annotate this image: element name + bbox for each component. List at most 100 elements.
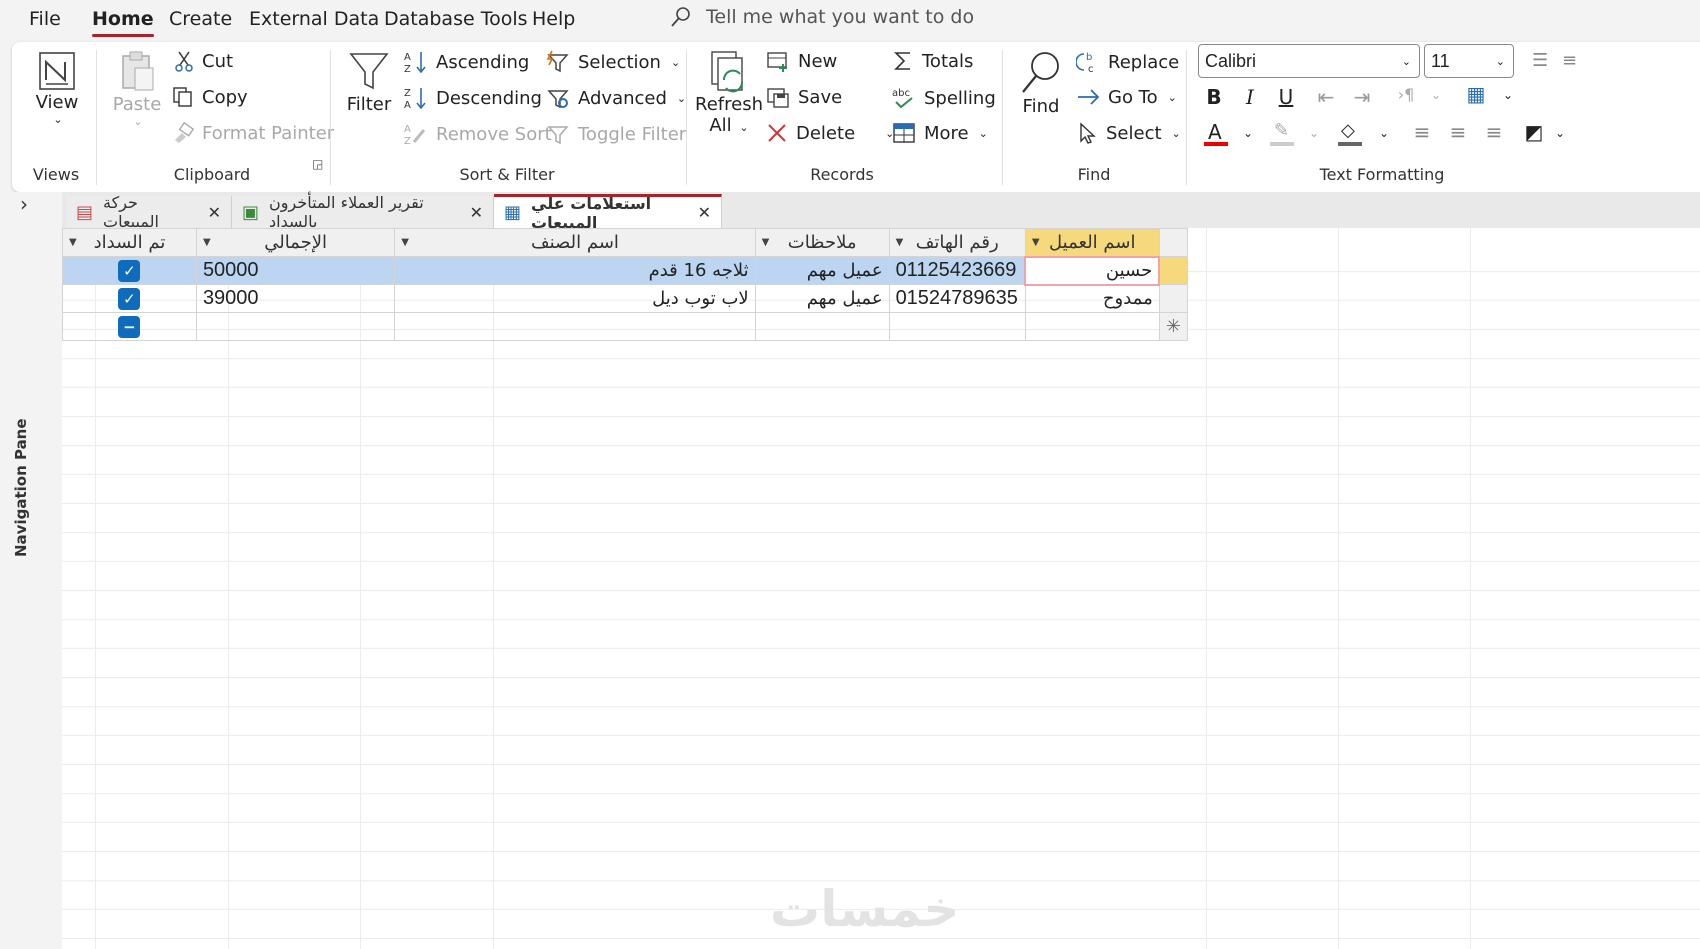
totals-button[interactable]: Totals [892,50,973,72]
record-selector[interactable] [1158,284,1189,313]
paid-cell[interactable]: ✓ [62,256,197,285]
new-record-row[interactable]: ✳ − [62,312,1189,341]
find-button[interactable]: Find [1016,50,1066,117]
align-right-icon[interactable]: ≡ [1480,120,1508,144]
chevron-down-icon[interactable]: ⌄ [1370,126,1398,140]
notes-cell[interactable] [754,312,890,341]
menu-database-tools[interactable]: Database Tools [384,8,528,30]
format-painter-button[interactable]: Format Painter [172,122,334,144]
menu-create[interactable]: Create [169,8,232,30]
chevron-down-icon[interactable]: ⌄ [1300,126,1328,140]
descending-button[interactable]: ZA Descending [404,86,542,111]
item-cell[interactable]: لاب توب ديل [394,284,756,313]
tab-sales-queries[interactable]: ▦ استعلامات علي المبيعات ✕ [494,194,722,232]
advanced-button[interactable]: Advanced ⌄ [546,86,686,110]
tell-me-search[interactable]: Tell me what you want to do [670,6,974,28]
paste-button[interactable]: Paste ⌄ [113,50,161,128]
table-row[interactable]: حسين 01125423669 عميل مهم ثلاجه 16 قدم 5… [62,255,1189,286]
column-header[interactable]: الإجمالي ▼ [195,228,396,257]
dropdown-arrow-icon[interactable]: ▼ [401,237,409,248]
menu-home[interactable]: Home [92,8,154,37]
tab-late-customers-report[interactable]: ▣ تقرير العملاء المتأخرون بالسداد ✕ [232,193,494,231]
total-cell[interactable]: 39000 [195,284,396,313]
checkbox-checked-icon[interactable]: ✓ [118,259,141,282]
filter-button[interactable]: Filter [346,50,392,115]
paid-cell[interactable]: ✓ [62,284,197,313]
bullet-list-icon[interactable]: ☰ [1532,50,1548,71]
column-header[interactable]: تم السداد ▼ [62,228,197,257]
save-record-button[interactable]: Save [766,86,842,108]
dropdown-arrow-icon[interactable]: ▼ [896,237,904,248]
selection-button[interactable]: Selection ⌄ [546,50,680,74]
customer-name-cell[interactable]: ممدوح [1024,284,1160,313]
column-header[interactable]: اسم العميل ▼ [1024,228,1160,257]
total-cell[interactable]: 50000 [195,256,396,285]
alternate-row-color-icon[interactable]: ◩ [1520,120,1548,144]
dropdown-arrow-icon[interactable]: ▼ [762,237,770,248]
close-icon[interactable]: ✕ [208,203,221,222]
cut-button[interactable]: Cut [174,50,233,72]
record-selector[interactable] [1158,256,1189,285]
delete-record-button[interactable]: Delete ⌄ [766,122,894,144]
paragraph-direction-icon[interactable]: ›¶ [1392,85,1420,104]
phone-cell[interactable] [888,312,1026,341]
customer-name-cell[interactable] [1024,312,1160,341]
font-color-icon[interactable]: A [1204,120,1228,146]
font-name-select[interactable]: Calibri ⌄ [1198,44,1420,78]
item-cell[interactable] [394,312,756,341]
new-record-asterisk-icon[interactable]: ✳ [1158,312,1189,341]
phone-cell[interactable]: 01125423669 [888,256,1026,285]
dropdown-arrow-icon[interactable]: ▼ [69,237,77,248]
highlight-color-icon[interactable]: ✎ [1270,120,1294,146]
increase-indent-icon[interactable]: ⇥ [1348,85,1376,109]
italic-button[interactable]: I [1236,85,1264,109]
chevron-down-icon[interactable]: ⌄ [1234,126,1262,140]
paid-cell[interactable]: − [62,312,197,341]
refresh-all-button[interactable]: Refresh All ⌄ [695,50,763,136]
decrease-indent-icon[interactable]: ⇤ [1312,85,1340,109]
checkbox-checked-icon[interactable]: ✓ [118,287,141,310]
view-button[interactable]: View ⌄ [34,50,80,126]
ascending-button[interactable]: AZ Ascending [404,50,529,75]
align-center-icon[interactable]: ≡ [1444,120,1472,144]
menu-external-data[interactable]: External Data [249,8,379,30]
font-size-select[interactable]: 11 ⌄ [1424,44,1514,78]
notes-cell[interactable]: عميل مهم [754,284,890,313]
tab-sales-movement[interactable]: ▤ حركة المبيعات ✕ [66,193,232,231]
navigation-pane[interactable]: › Navigation Pane [0,192,63,949]
menu-file[interactable]: File [29,8,61,30]
select-button[interactable]: Select ⌄ [1076,122,1181,144]
toggle-filter-button[interactable]: Toggle Filter [546,122,686,146]
close-icon[interactable]: ✕ [470,203,483,222]
underline-button[interactable]: U [1272,85,1300,109]
phone-cell[interactable]: 01524789635 [888,284,1026,313]
chevron-right-icon[interactable]: › [20,192,28,216]
numbered-list-icon[interactable]: ≡ [1562,50,1577,71]
column-header[interactable]: اسم الصنف ▼ [394,228,756,257]
total-cell[interactable] [195,312,396,341]
chevron-down-icon[interactable]: ⌄ [1546,126,1574,140]
spelling-button[interactable]: abc Spelling [892,86,996,110]
remove-sort-button[interactable]: AZ Remove Sort [404,122,552,147]
align-left-icon[interactable]: ≡ [1408,120,1436,144]
chevron-down-icon[interactable]: ⌄ [1422,88,1450,102]
item-cell[interactable]: ثلاجه 16 قدم [394,256,756,285]
dropdown-arrow-icon[interactable]: ▼ [203,237,211,248]
select-all-corner[interactable] [1158,228,1189,257]
close-icon[interactable]: ✕ [698,203,711,222]
dialog-launcher-icon[interactable]: ◲ [312,157,323,171]
customer-name-cell[interactable]: حسين [1024,255,1161,286]
chevron-down-icon[interactable]: ⌄ [1494,88,1522,102]
column-header[interactable]: ملاحظات ▼ [754,228,890,257]
gridlines-icon[interactable]: ▦ [1462,82,1490,106]
goto-button[interactable]: Go To ⌄ [1076,86,1177,108]
more-button[interactable]: More ⌄ [892,122,988,144]
notes-cell[interactable]: عميل مهم [754,256,890,285]
replace-button[interactable]: bc Replace [1076,50,1179,74]
table-row[interactable]: ممدوح 01524789635 عميل مهم لاب توب ديل 3… [62,284,1189,313]
copy-button[interactable]: Copy [172,86,248,108]
bold-button[interactable]: B [1200,85,1228,109]
column-header[interactable]: رقم الهاتف ▼ [888,228,1026,257]
fill-color-icon[interactable]: ◇ [1338,120,1362,146]
dropdown-arrow-icon[interactable]: ▼ [1032,237,1040,248]
